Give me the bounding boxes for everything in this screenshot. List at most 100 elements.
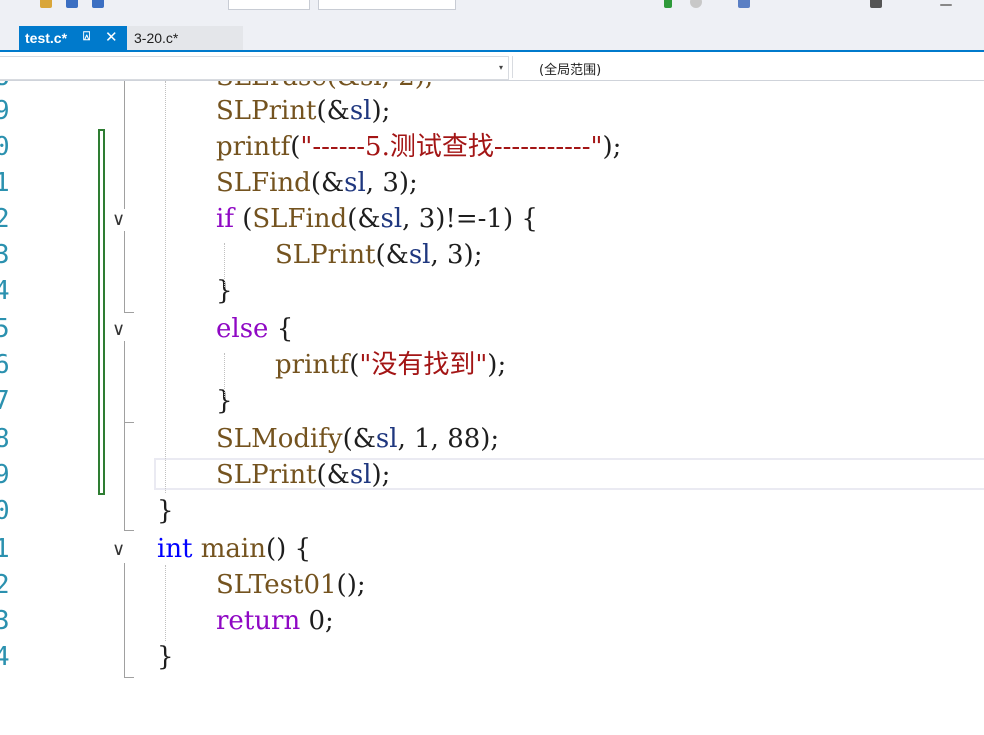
code-token: if	[216, 204, 234, 234]
code-token: SLModify	[216, 424, 343, 454]
code-line[interactable]: SLModify(&sl, 1, 88);	[216, 421, 499, 457]
code-line[interactable]: SLPrint(&sl, 3);	[275, 237, 482, 273]
code-line[interactable]: int main() {	[157, 531, 311, 567]
code-line[interactable]: SLTest01();	[216, 567, 366, 603]
code-token: SLFind	[216, 168, 311, 198]
line-number: 8	[0, 424, 10, 454]
code-token: printf	[275, 350, 350, 380]
code-token: );	[371, 460, 391, 490]
code-token: (&	[316, 460, 350, 490]
line-number: 4	[0, 642, 10, 672]
stop-icon[interactable]	[690, 0, 702, 8]
code-token: SLTest01	[216, 570, 337, 600]
window-icon[interactable]	[870, 0, 882, 8]
code-token: (&	[347, 204, 381, 234]
platform-dropdown[interactable]	[318, 0, 456, 10]
line-number: 7	[0, 386, 10, 416]
code-token: );	[371, 96, 391, 126]
code-line[interactable]: }	[157, 493, 174, 529]
code-token: (	[349, 350, 360, 380]
code-token: "------5.测试查找-----------"	[300, 132, 603, 162]
outline-end	[124, 677, 134, 678]
save-all-icon[interactable]	[92, 0, 104, 8]
code-line[interactable]: SLPrint(&sl);	[216, 93, 390, 129]
code-token: ();	[336, 570, 366, 600]
chevron-down-icon[interactable]: ∨	[112, 539, 125, 559]
code-line[interactable]: SLPrint(&sl);	[216, 457, 390, 493]
navigation-bar: ▾ (全局范围)	[0, 52, 984, 81]
outline-end	[124, 422, 134, 423]
code-token: );	[487, 350, 507, 380]
line-number: 1	[0, 168, 10, 198]
code-token: SLPrint	[275, 240, 376, 270]
line-number: 0	[0, 132, 10, 162]
line-number: 3	[0, 240, 10, 270]
code-token: );	[602, 132, 622, 162]
document-tab-strip: test.c* ⍓ ✕ 3-20.c*	[0, 12, 984, 52]
code-token: , 3)!=-1) {	[402, 204, 538, 234]
indent-guide	[224, 243, 225, 287]
outline-line	[124, 81, 125, 209]
code-token: else	[216, 314, 269, 344]
tab-3-20-c[interactable]: 3-20.c*	[127, 26, 243, 50]
outline-line	[124, 341, 125, 423]
project-dropdown[interactable]: ▾	[0, 56, 509, 80]
folder-icon[interactable]	[40, 0, 52, 8]
code-token: (	[290, 132, 301, 162]
code-token: sl	[349, 96, 372, 126]
chevron-down-icon[interactable]: ∨	[112, 319, 125, 339]
indent-guide	[165, 565, 166, 641]
code-token: , 3);	[430, 240, 483, 270]
line-number: 9	[0, 96, 10, 126]
line-number: 1	[0, 534, 10, 564]
code-token: sl	[375, 424, 398, 454]
line-number: 4	[0, 276, 10, 306]
code-editor[interactable]: 89012345678901234 SLErase(&sl, 2);SLPrin…	[0, 81, 984, 735]
code-token: (&	[342, 424, 376, 454]
code-line[interactable]: if (SLFind(&sl, 3)!=-1) {	[216, 201, 538, 237]
chevron-down-icon[interactable]: ∨	[112, 209, 125, 229]
tab-test-c[interactable]: test.c* ⍓ ✕	[19, 26, 127, 50]
start-debug-icon[interactable]	[664, 0, 672, 8]
outline-line	[124, 231, 125, 313]
line-number: 9	[0, 460, 10, 490]
save-icon[interactable]	[66, 0, 78, 8]
solution-config-dropdown[interactable]	[228, 0, 310, 10]
code-line[interactable]: }	[157, 639, 174, 675]
outline-end	[124, 530, 134, 531]
scope-dropdown[interactable]: (全局范围)	[512, 56, 984, 78]
code-token: () {	[266, 534, 312, 564]
minimize-icon[interactable]	[940, 4, 952, 6]
code-line[interactable]: return 0;	[216, 603, 334, 639]
line-number: 3	[0, 606, 10, 636]
line-number: 2	[0, 570, 10, 600]
code-token: main	[200, 534, 266, 564]
code-line[interactable]: printf("------5.测试查找-----------");	[216, 129, 621, 165]
outline-line	[124, 423, 125, 531]
outline-line	[124, 563, 125, 677]
line-number: 6	[0, 350, 10, 380]
code-token: }	[157, 642, 174, 672]
code-line[interactable]: else {	[216, 311, 293, 347]
code-line[interactable]: SLFind(&sl, 3);	[216, 165, 418, 201]
close-icon[interactable]: ✕	[105, 28, 118, 46]
code-token: SLErase(&sl, 2);	[216, 81, 434, 92]
code-token: return	[216, 606, 301, 636]
code-token: {	[268, 314, 294, 344]
code-token: (	[233, 204, 253, 234]
code-token: }	[157, 496, 174, 526]
code-token: , 3);	[365, 168, 418, 198]
pin-icon[interactable]: ⍓	[83, 29, 90, 44]
code-token: SLPrint	[216, 460, 317, 490]
scope-label: (全局范围)	[539, 63, 602, 78]
code-token: SLPrint	[216, 96, 317, 126]
code-token: (&	[316, 96, 350, 126]
code-token: 0;	[300, 606, 334, 636]
code-token: "没有找到"	[359, 350, 488, 380]
code-token: sl	[408, 240, 431, 270]
code-token: sl	[380, 204, 403, 234]
tool-icon[interactable]	[738, 0, 750, 8]
code-token: sl	[344, 168, 366, 198]
code-line[interactable]: printf("没有找到");	[275, 347, 506, 383]
